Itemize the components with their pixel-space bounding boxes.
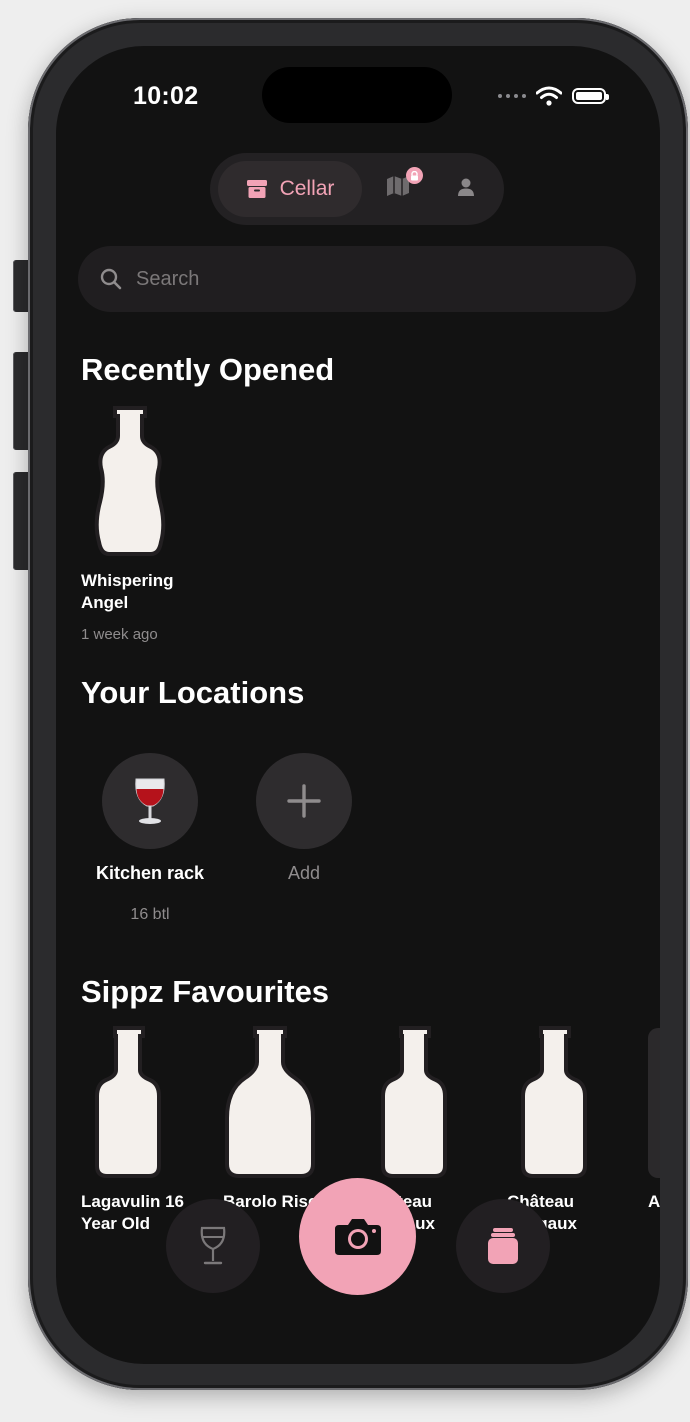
recent-item-time: 1 week ago (81, 626, 158, 643)
recently-opened-title: Recently Opened (81, 352, 335, 387)
search-icon (100, 268, 122, 290)
wifi-icon (536, 86, 562, 106)
add-location-label: Add (287, 863, 321, 883)
volume-up-button[interactable] (13, 352, 29, 450)
search-bar[interactable] (78, 246, 636, 312)
favourite-bottle-card[interactable]: A (648, 1026, 660, 1236)
bottle-image (381, 1026, 447, 1178)
dynamic-island (262, 67, 452, 123)
bottle-image (95, 1026, 161, 1178)
tab-cellar-label: Cellar (279, 177, 335, 200)
lock-icon (406, 167, 423, 184)
top-segmented-nav: Cellar (210, 153, 504, 225)
jar-button[interactable] (456, 1199, 550, 1293)
jar-icon (488, 1228, 518, 1264)
recent-item-name: Whispering Angel (81, 571, 174, 612)
person-icon (458, 178, 474, 196)
plus-icon (287, 784, 321, 818)
wine-glass-emoji (135, 778, 165, 824)
tab-cellar[interactable]: Cellar (218, 161, 362, 217)
search-input[interactable] (134, 266, 608, 292)
bottle-image (521, 1026, 587, 1178)
wine-glass-icon (200, 1226, 226, 1265)
status-time: 10:02 (133, 82, 199, 110)
bottle-image (94, 406, 166, 556)
archive-box-icon (246, 180, 267, 198)
wine-glass-button[interactable] (166, 1199, 260, 1293)
cellular-signal-icon (498, 94, 526, 98)
status-icons (498, 86, 609, 106)
camera-scan-button[interactable] (299, 1178, 416, 1295)
add-location-button[interactable]: Add (224, 753, 384, 893)
location-count: 16 btl (130, 906, 170, 923)
battery-icon (572, 88, 609, 104)
your-locations-title: Your Locations (81, 675, 305, 710)
bottle-placeholder (648, 1028, 660, 1178)
bottle-image (225, 1026, 315, 1178)
recent-bottle-card[interactable]: Whispering Angel 1 week ago (81, 406, 221, 646)
favourite-name: A (648, 1192, 660, 1211)
app-screen: 10:02 Cellar Search Recently Opened Whis… (56, 46, 660, 1364)
favourite-bottle-card[interactable]: Château Margaux (507, 1026, 647, 1236)
location-icon-circle (102, 753, 198, 849)
sippz-favourites-title: Sippz Favourites (81, 974, 330, 1009)
add-circle (256, 753, 352, 849)
location-name: Kitchen rack (95, 863, 205, 883)
volume-down-button[interactable] (13, 472, 29, 570)
tab-profile[interactable] (456, 177, 476, 202)
camera-icon (334, 1218, 381, 1255)
action-button[interactable] (13, 260, 29, 312)
location-kitchen-rack[interactable]: Kitchen rack 16 btl (70, 753, 230, 923)
